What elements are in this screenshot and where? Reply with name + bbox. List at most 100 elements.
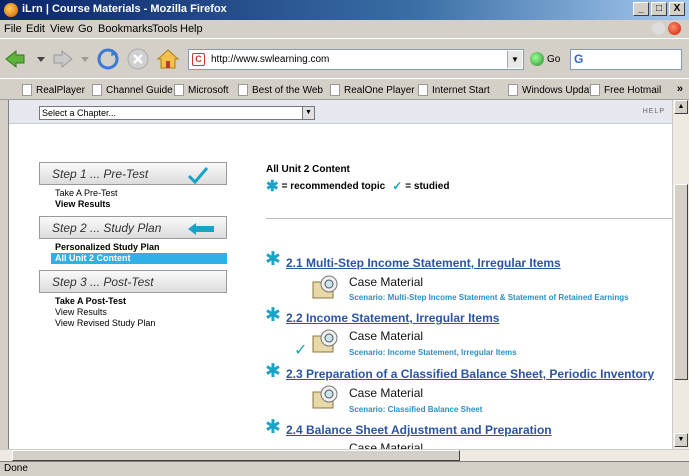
url-bar[interactable]: C http://www.swlearning.com ▼ [188,49,524,70]
navigation-toolbar: C http://www.swlearning.com ▼ Go G [0,38,689,78]
go-arrow-icon [530,52,544,66]
bookmark-label: Microsoft [188,84,229,96]
scenario-link[interactable]: Scenario: Income Statement, Irregular It… [349,348,517,357]
menu-bar: File Edit View Go Bookmarks Tools Help [0,20,689,38]
page-icon [238,84,248,96]
menu-edit[interactable]: Edit [26,23,45,35]
page-content: Select a Chapter... ▼ HELP Step 1 ... Pr… [8,100,672,449]
forward-arrow-icon[interactable] [50,47,74,71]
step-pre-test[interactable]: Step 1 ... Pre-Test [39,162,227,185]
link-all-unit-2-content[interactable]: All Unit 2 Content [51,253,227,264]
link-take-post-test[interactable]: Take A Post-Test [55,296,126,306]
maximize-button[interactable]: □ [651,2,667,16]
page-icon [590,84,600,96]
menu-help[interactable]: Help [180,23,203,35]
scenario-link[interactable]: Scenario: Classified Balance Sheet [349,405,482,414]
recommended-star-icon: ✱ [265,249,281,270]
forward-dropdown-icon[interactable] [78,47,92,71]
stop-icon[interactable] [126,47,150,71]
checkmark-icon [187,167,209,185]
studied-check-icon: ✓ [392,179,403,193]
window-title: iLrn | Course Materials - Mozilla Firefo… [22,3,227,15]
throbber-icon [652,22,665,35]
case-material-link[interactable]: Case Material [349,329,423,343]
horizontal-scrollbar[interactable] [0,449,689,461]
bookmark-label: Channel Guide [106,84,173,96]
go-button[interactable]: Go [530,52,560,66]
title-bar: iLrn | Course Materials - Mozilla Firefo… [0,0,689,20]
case-material-link[interactable]: Case Material [349,275,423,289]
chapter-select[interactable]: Select a Chapter... ▼ [39,106,315,120]
search-engine-icon: G [574,52,584,66]
menu-tools[interactable]: Tools [152,23,178,35]
step-study-plan[interactable]: Step 2 ... Study Plan [39,216,227,239]
legend-studied: = studied [405,180,450,192]
recommended-star-icon: ✱ [265,305,281,326]
bookmark-item[interactable]: Free Hotmail [590,84,661,96]
menu-bookmarks[interactable]: Bookmarks [98,23,153,35]
search-input[interactable]: G [570,49,682,70]
bookmark-item[interactable]: RealPlayer [22,84,85,96]
topic-link[interactable]: 2.4 Balance Sheet Adjustment and Prepara… [286,423,552,437]
bookmark-item[interactable]: Channel Guide [92,84,173,96]
scroll-thumb[interactable] [674,184,688,380]
topic-link[interactable]: 2.2 Income Statement, Irregular Items [286,311,499,325]
bookmark-label: RealPlayer [36,84,85,96]
close-button[interactable]: X [669,2,685,16]
link-view-results[interactable]: View Results [55,307,107,317]
case-material-icon [312,385,338,409]
page-icon [418,84,428,96]
status-bar: Done [0,461,689,476]
divider [266,218,672,219]
step-post-test[interactable]: Step 3 ... Post-Test [39,270,227,293]
menu-view[interactable]: View [50,23,74,35]
reload-icon[interactable] [96,47,120,71]
scroll-thumb[interactable] [12,450,460,461]
page-icon [22,84,32,96]
page-icon [508,84,518,96]
help-link[interactable]: HELP [643,108,665,115]
step-label: Step 1 ... Pre-Test [52,167,149,181]
scroll-up-icon[interactable]: ▲ [674,100,688,114]
scenario-link[interactable]: Scenario: Multi-Step Income Statement & … [349,293,629,302]
go-label: Go [547,53,561,65]
vertical-scrollbar[interactable]: ▲ ▼ [672,100,689,449]
recommended-star-icon: ✱ [266,178,279,195]
recommended-star-icon: ✱ [265,417,281,438]
url-dropdown-icon[interactable]: ▼ [507,51,522,68]
back-dropdown-icon[interactable] [34,47,48,71]
link-view-revised-study-plan[interactable]: View Revised Study Plan [55,318,155,328]
url-text: http://www.swlearning.com [211,54,330,65]
link-personalized-study-plan[interactable]: Personalized Study Plan [55,242,160,252]
stop-indicator-icon [668,22,681,35]
topic-link[interactable]: 2.3 Preparation of a Classified Balance … [286,367,654,381]
bookmark-item[interactable]: Internet Start [418,84,490,96]
home-icon[interactable] [156,47,180,71]
studied-check-icon: ✓ [294,342,308,359]
topic-link[interactable]: 2.1 Multi-Step Income Statement, Irregul… [286,256,561,270]
status-text: Done [4,463,28,474]
bookmark-item[interactable]: Best of the Web [238,84,323,96]
legend: ✱ = recommended topic ✓ = studied [266,177,449,195]
back-arrow-icon[interactable] [4,47,28,71]
chevron-down-icon[interactable]: ▼ [302,107,314,119]
bookmarks-overflow-icon[interactable]: » [677,83,683,95]
bookmark-item[interactable]: RealOne Player [330,84,415,96]
menu-file[interactable]: File [4,23,22,35]
bookmarks-toolbar: RealPlayer Channel Guide Microsoft Best … [0,78,689,100]
bookmark-label: RealOne Player [344,84,415,96]
link-take-pre-test[interactable]: Take A Pre-Test [55,188,118,198]
case-material-link[interactable]: Case Material [349,386,423,400]
bookmark-item[interactable]: Windows Update [508,84,598,96]
case-material-icon [312,329,338,353]
bookmark-item[interactable]: Microsoft [174,84,229,96]
minimize-button[interactable]: _ [633,2,649,16]
page-icon [92,84,102,96]
link-view-results[interactable]: View Results [55,199,110,209]
menu-go[interactable]: Go [78,23,93,35]
case-material-link[interactable]: Case Material [349,441,423,449]
bookmark-label: Free Hotmail [604,84,662,96]
scroll-down-icon[interactable]: ▼ [674,433,688,447]
site-favicon-icon: C [192,53,205,66]
step-label: Step 3 ... Post-Test [52,275,154,289]
